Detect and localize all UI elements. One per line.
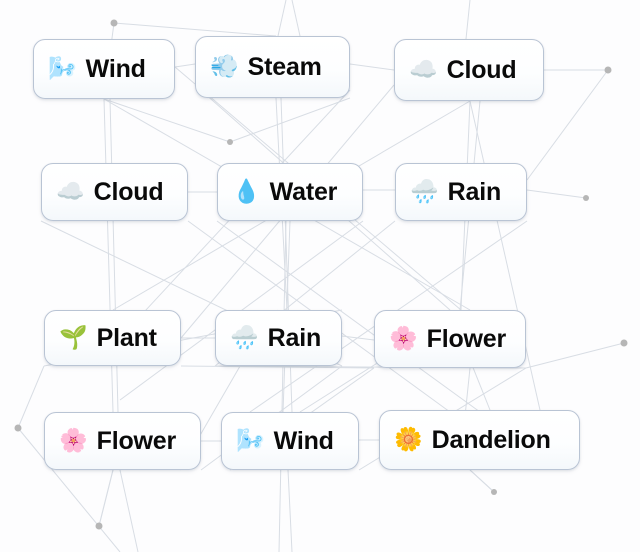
element-card-water[interactable]: 💧 Water (217, 163, 363, 221)
element-card-cloud[interactable]: ☁️ Cloud (394, 39, 544, 101)
element-canvas[interactable]: 🌬️ Wind 💨 Steam ☁️ Cloud ☁️ Cloud 💧 Water 🌧️ Rain 🌱 P… (0, 0, 640, 552)
graph-node-dot (95, 522, 103, 530)
element-card-flower[interactable]: 🌸 Flower (44, 412, 201, 470)
element-card-wind[interactable]: 🌬️ Wind (33, 39, 175, 99)
element-card-steam[interactable]: 💨 Steam (195, 36, 350, 98)
cloud-icon: ☁️ (409, 56, 438, 83)
seedling-icon: 🌱 (59, 324, 88, 351)
cloud-icon: ☁️ (56, 178, 85, 205)
graph-node-dot (227, 139, 233, 145)
element-card-rain[interactable]: 🌧️ Rain (395, 163, 527, 221)
element-card-plant[interactable]: 🌱 Plant (44, 310, 181, 366)
element-card-label: Steam (247, 52, 322, 81)
graph-node-dot (583, 195, 589, 201)
element-card-label: Cloud (446, 55, 517, 84)
element-card-label: Flower (426, 324, 507, 353)
element-card-rain[interactable]: 🌧️ Rain (215, 310, 342, 366)
graph-node-dot (491, 489, 497, 495)
cherry-blossom-icon: 🌸 (59, 427, 88, 454)
rain-cloud-icon: 🌧️ (230, 324, 259, 351)
element-card-label: Flower (96, 426, 177, 455)
cherry-blossom-icon: 🌸 (389, 325, 418, 352)
graph-node-dot (110, 19, 118, 27)
rain-cloud-icon: 🌧️ (410, 178, 439, 205)
blossom-icon: 🌼 (394, 426, 423, 453)
element-card-label: Water (269, 177, 338, 206)
element-card-label: Dandelion (431, 425, 551, 454)
element-card-flower[interactable]: 🌸 Flower (374, 310, 526, 368)
element-card-label: Wind (85, 54, 146, 83)
dash-steam-icon: 💨 (210, 53, 239, 80)
element-card-wind[interactable]: 🌬️ Wind (221, 412, 359, 470)
element-card-label: Wind (273, 426, 334, 455)
graph-node-dot (620, 339, 628, 347)
element-card-cloud[interactable]: ☁️ Cloud (41, 163, 188, 221)
element-card-dandelion[interactable]: 🌼 Dandelion (379, 410, 580, 470)
wind-face-icon: 🌬️ (236, 427, 265, 454)
water-droplet-icon: 💧 (232, 178, 261, 205)
element-card-label: Cloud (93, 177, 164, 206)
element-card-label: Rain (447, 177, 502, 206)
graph-node-dot (14, 424, 22, 432)
graph-node-dot (604, 66, 612, 74)
element-card-label: Rain (267, 323, 322, 352)
wind-face-icon: 🌬️ (48, 55, 77, 82)
element-card-label: Plant (96, 323, 157, 352)
